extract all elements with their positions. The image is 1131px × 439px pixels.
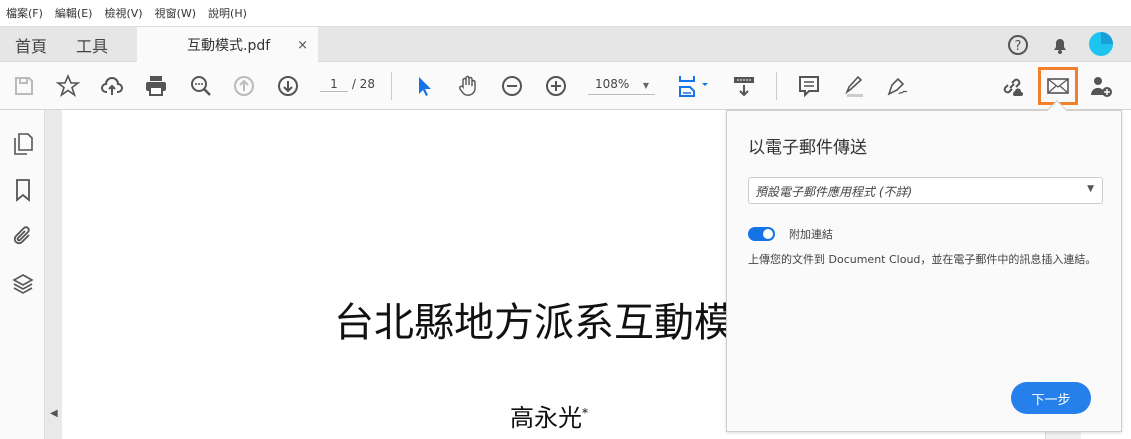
chevron-down-icon: ▼ [642,81,649,90]
close-tab-button[interactable]: × [297,38,308,53]
page-thumbnails-icon[interactable] [11,132,35,156]
share-link-icon[interactable] [1000,74,1024,98]
fit-page-icon[interactable] [676,74,712,98]
add-person-icon[interactable] [1089,74,1113,98]
tab-home[interactable]: 首頁 [15,27,47,63]
page-number: 1 / 28 [320,77,375,92]
zoom-level-select[interactable]: 108% ▼ [588,77,655,95]
zoom-out-icon[interactable] [500,74,524,98]
chevron-down-icon: ▼ [1087,184,1094,194]
layers-icon[interactable] [11,272,35,296]
sign-icon[interactable] [885,74,909,98]
cloud-upload-icon[interactable] [100,74,124,98]
account-avatar[interactable] [1088,31,1114,57]
email-app-value: 預設電子郵件應用程式 (不詳) [755,185,913,199]
menu-window[interactable]: 視窗(W) [155,5,196,21]
email-button-highlight [1038,67,1078,105]
attach-link-label: 附加連結 [789,228,833,241]
author-name: 高永光 [510,404,582,432]
email-app-select[interactable]: 預設電子郵件應用程式 (不詳) ▼ [748,177,1103,204]
star-icon[interactable] [55,73,81,98]
next-page-icon[interactable] [276,74,300,98]
menu-file[interactable]: 檔案(F) [6,5,43,21]
panel-heading: 以電子郵件傳送 [748,138,867,158]
previous-page-icon[interactable] [232,74,256,98]
menu-help[interactable]: 說明(H) [208,5,247,21]
document-title: 台北縣地方派系互動模 [334,300,734,346]
tab-bar: 首頁 工具 互動模式.pdf × ? [0,26,1131,63]
scroll-mode-icon[interactable] [732,74,756,98]
pane-collapse-strip: ◀ [45,110,62,439]
document-author: 高永光* [510,398,588,433]
email-panel: 以電子郵件傳送 預設電子郵件應用程式 (不詳) ▼ 附加連結 上傳您的文件到 Do… [726,110,1122,432]
menu-view[interactable]: 檢視(V) [104,5,142,21]
attach-link-toggle[interactable] [748,227,775,241]
hand-tool-icon[interactable] [456,74,480,98]
comment-icon[interactable] [797,74,821,98]
tab-document-label: 互動模式.pdf [187,38,271,54]
attach-link-description: 上傳您的文件到 Document Cloud，並在電子郵件中的訊息插入連結。 [748,253,1097,266]
select-cursor-icon[interactable] [412,74,436,98]
tab-document[interactable]: 互動模式.pdf × [137,27,318,63]
zoom-level: 108% [595,77,630,91]
attachment-icon[interactable] [11,224,35,248]
toolbar: 1 / 28 108% ▼ [0,62,1131,110]
highlight-icon[interactable] [841,74,865,98]
zoom-search-icon[interactable] [189,74,213,98]
bookmark-icon[interactable] [11,178,35,202]
menu-edit[interactable]: 編輯(E) [55,5,93,21]
print-icon[interactable] [144,74,168,98]
divider [391,72,392,100]
save-icon[interactable] [12,74,36,98]
help-icon[interactable]: ? [1006,33,1030,57]
tab-tools[interactable]: 工具 [76,27,108,63]
next-button[interactable]: 下一步 [1011,382,1091,414]
collapse-arrow-icon[interactable]: ◀ [50,408,58,419]
page-input[interactable]: 1 [320,77,348,92]
left-navigation-pane [0,110,45,439]
svg-text:?: ? [1015,39,1022,54]
page-total: / 28 [351,77,375,91]
footnote-mark: * [582,406,588,420]
menu-bar: 檔案(F) 編輯(E) 檢視(V) 視窗(W) 說明(H) [0,0,1131,26]
divider [776,72,777,100]
bell-icon[interactable] [1048,33,1072,57]
zoom-in-icon[interactable] [544,74,568,98]
